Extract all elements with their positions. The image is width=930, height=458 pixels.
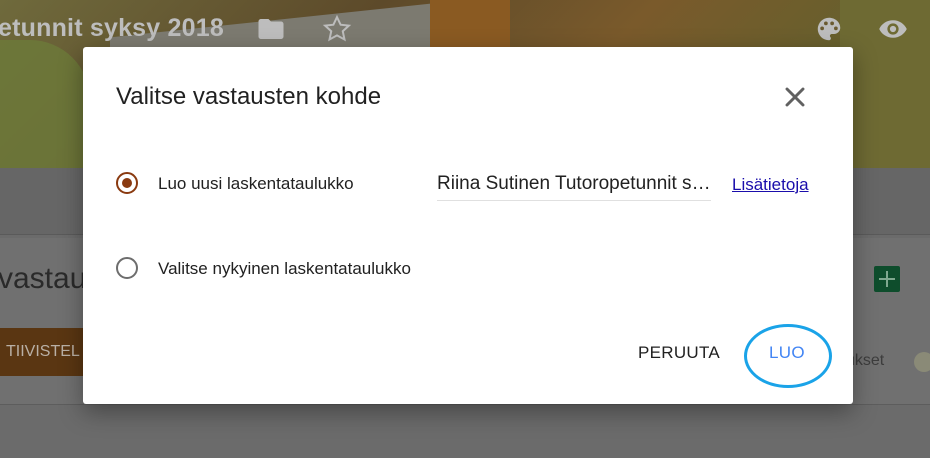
cancel-button[interactable]: PERUUTA: [638, 343, 720, 363]
responses-heading: vastau: [0, 262, 87, 295]
existing-spreadsheet-radio[interactable]: [116, 257, 138, 279]
summary-tab[interactable]: TIIVISTEL: [0, 328, 90, 376]
existing-spreadsheet-label: Valitse nykyinen laskentataulukko: [158, 259, 411, 278]
eye-icon[interactable]: [878, 14, 908, 44]
new-spreadsheet-radio[interactable]: [116, 172, 138, 194]
header-decoration: [0, 40, 90, 168]
header-decoration: [430, 0, 510, 48]
dialog-title: Valitse vastausten kohde: [116, 83, 382, 110]
accepting-responses-toggle[interactable]: [914, 352, 930, 372]
create-button[interactable]: LUO: [769, 343, 805, 363]
new-spreadsheet-label: Luo uusi laskentataulukko: [158, 174, 354, 193]
star-icon[interactable]: [322, 14, 352, 44]
divider: [0, 404, 930, 405]
form-title[interactable]: etunnit syksy 2018: [0, 14, 224, 43]
folder-icon[interactable]: [256, 14, 286, 44]
spreadsheet-name-input[interactable]: [437, 168, 711, 201]
spreadsheet-icon[interactable]: [874, 266, 900, 292]
palette-icon[interactable]: [814, 14, 844, 44]
close-icon[interactable]: [779, 81, 811, 113]
select-destination-dialog: Valitse vastausten kohde Luo uusi lasken…: [83, 47, 853, 404]
learn-more-link[interactable]: Lisätietoja: [732, 175, 809, 195]
